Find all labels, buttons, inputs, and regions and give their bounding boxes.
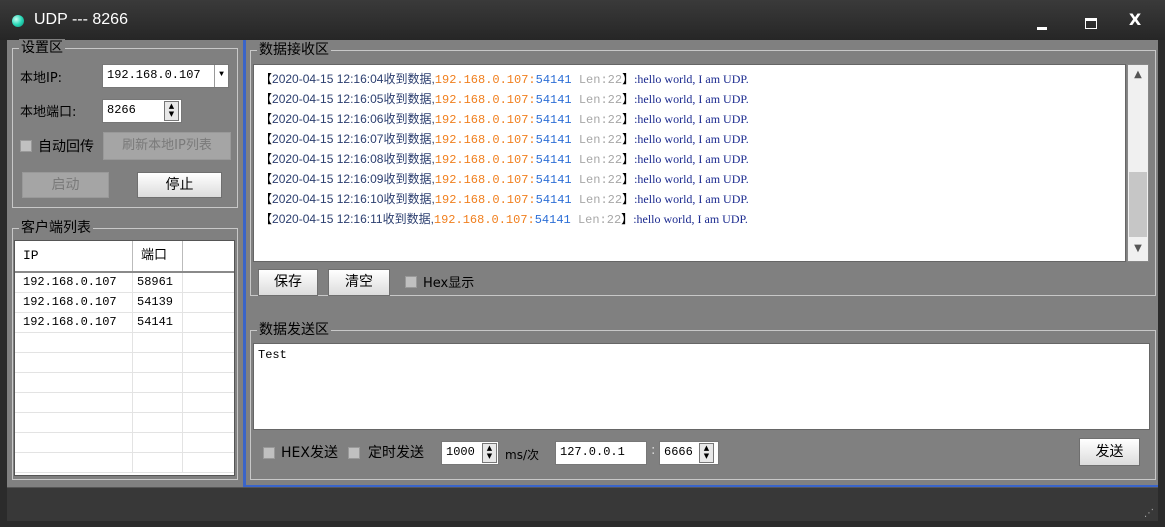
maximize-icon [1085, 18, 1097, 29]
table-row[interactable]: 192.168.0.107 58961 [15, 273, 234, 293]
hex-send-checkbox[interactable] [263, 447, 275, 459]
minimize-icon [1037, 27, 1047, 30]
table-row[interactable]: 192.168.0.107 54141 [15, 313, 234, 333]
app-icon [12, 15, 24, 27]
log-line: 【2020-04-15 12:16:06收到数据,192.168.0.107:5… [260, 112, 749, 127]
settings-group-title: 设置区 [19, 39, 65, 57]
target-ip-value: 127.0.0.1 [560, 445, 625, 459]
auto-reply-label: 自动回传 [38, 139, 94, 155]
table-row-empty [15, 333, 234, 353]
column-header-ip[interactable]: IP [15, 241, 133, 271]
table-row[interactable]: 192.168.0.107 54139 [15, 293, 234, 313]
start-button[interactable]: 启动 [22, 172, 109, 198]
interval-unit: ms/次 [505, 448, 539, 462]
target-ip-input[interactable]: 127.0.0.1 [555, 441, 647, 465]
auto-reply-checkbox[interactable] [20, 140, 32, 152]
resize-grip-icon[interactable]: ⋰ [1144, 509, 1154, 519]
chevron-up-icon[interactable]: ▲ [1128, 69, 1148, 80]
clients-table[interactable]: IP 端口 192.168.0.107 58961 192.168.0.107 … [14, 240, 235, 476]
title-bar: UDP --- 8266 X [0, 0, 1165, 40]
local-port-label: 本地端口: [20, 105, 77, 120]
hex-display-checkbox[interactable] [405, 276, 417, 288]
receive-group-title: 数据接收区 [257, 41, 331, 59]
log-line: 【2020-04-15 12:16:10收到数据,192.168.0.107:5… [260, 192, 749, 207]
send-group-title: 数据发送区 [257, 321, 331, 339]
target-port-value: 6666 [664, 445, 693, 459]
table-row-empty [15, 453, 234, 473]
cell-ip: 192.168.0.107 [15, 293, 133, 312]
scroll-thumb[interactable] [1129, 172, 1147, 237]
log-line: 【2020-04-15 12:16:07收到数据,192.168.0.107:5… [260, 132, 749, 147]
table-row-empty [15, 393, 234, 413]
table-row-empty [15, 413, 234, 433]
window-title: UDP --- 8266 [34, 11, 128, 28]
table-row-empty [15, 433, 234, 453]
hex-send-label: HEX发送 [281, 445, 338, 461]
chevron-down-icon[interactable]: ▼ [1128, 243, 1148, 254]
port-separator: : [651, 443, 656, 458]
log-line: 【2020-04-15 12:16:11收到数据,192.168.0.107:5… [260, 212, 748, 227]
cell-port: 58961 [133, 273, 183, 292]
table-row-empty [15, 373, 234, 393]
send-textarea[interactable]: Test [253, 343, 1150, 430]
interval-value: 1000 [446, 445, 475, 459]
timed-send-label: 定时发送 [368, 445, 424, 461]
log-line: 【2020-04-15 12:16:04收到数据,192.168.0.107:5… [260, 72, 749, 87]
log-line: 【2020-04-15 12:16:09收到数据,192.168.0.107:5… [260, 172, 749, 187]
interval-stepper[interactable]: ▲ ▼ [482, 443, 497, 463]
receive-scrollbar[interactable]: ▲ ▼ [1127, 64, 1149, 262]
local-ip-label: 本地IP: [20, 71, 63, 86]
local-port-value: 8266 [107, 103, 136, 117]
cell-ip: 192.168.0.107 [15, 313, 133, 332]
cell-ip: 192.168.0.107 [15, 273, 133, 292]
log-line: 【2020-04-15 12:16:05收到数据,192.168.0.107:5… [260, 92, 749, 107]
local-port-stepper[interactable]: ▲ ▼ [164, 101, 179, 121]
table-row-empty [15, 353, 234, 373]
timed-send-checkbox[interactable] [348, 447, 360, 459]
hex-display-label: Hex显示 [423, 276, 475, 291]
cell-port: 54139 [133, 293, 183, 312]
chevron-down-icon[interactable]: ▼ [214, 65, 228, 87]
clients-group-title: 客户端列表 [19, 219, 93, 237]
receive-textarea[interactable]: 【2020-04-15 12:16:04收到数据,192.168.0.107:5… [253, 64, 1126, 262]
stop-button[interactable]: 停止 [137, 172, 222, 198]
target-port-stepper[interactable]: ▲ ▼ [699, 443, 714, 463]
local-ip-select[interactable]: 192.168.0.107 ▼ [102, 64, 229, 88]
cell-port: 54141 [133, 313, 183, 332]
save-button[interactable]: 保存 [258, 269, 318, 296]
send-button[interactable]: 发送 [1079, 438, 1140, 466]
clear-button[interactable]: 清空 [328, 269, 390, 296]
column-header-port[interactable]: 端口 [133, 241, 183, 271]
local-ip-value: 192.168.0.107 [107, 68, 201, 82]
refresh-ip-button[interactable]: 刷新本地IP列表 [103, 132, 231, 160]
status-bar: ⋰ [7, 487, 1158, 521]
log-line: 【2020-04-15 12:16:08收到数据,192.168.0.107:5… [260, 152, 749, 167]
close-button[interactable]: X [1124, 12, 1146, 28]
